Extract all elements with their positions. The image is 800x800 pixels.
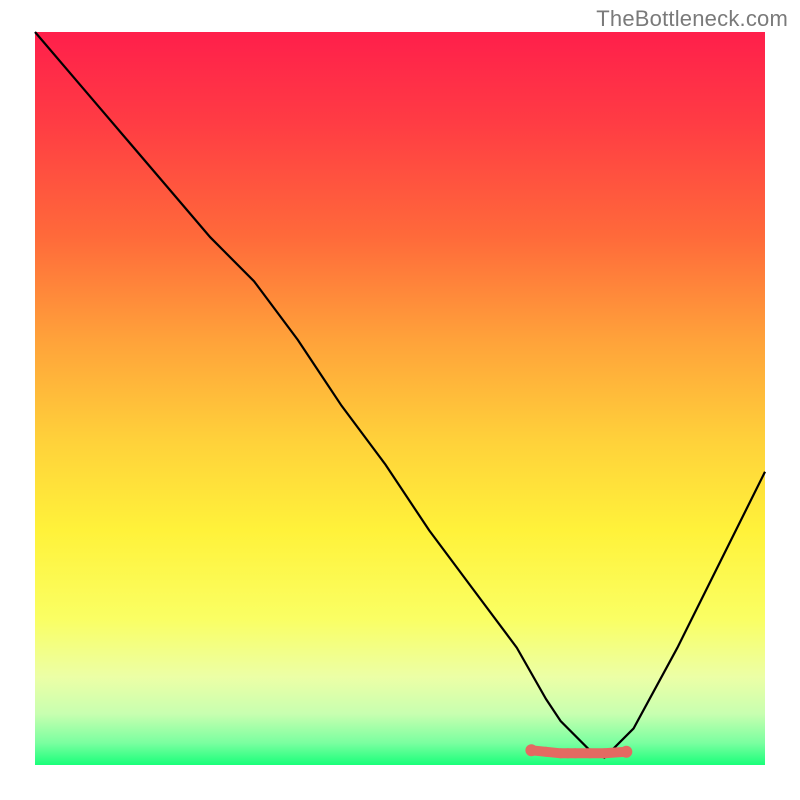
marker-dot xyxy=(541,747,551,757)
marker-dot xyxy=(585,748,595,758)
watermark-text: TheBottleneck.com xyxy=(596,6,788,32)
marker-dot xyxy=(570,748,580,758)
marker-dot xyxy=(525,744,537,756)
marker-dot xyxy=(599,748,609,758)
plot-background xyxy=(35,32,765,765)
chart-container: TheBottleneck.com xyxy=(0,0,800,800)
marker-dot xyxy=(620,746,632,758)
bottleneck-chart xyxy=(0,0,800,800)
